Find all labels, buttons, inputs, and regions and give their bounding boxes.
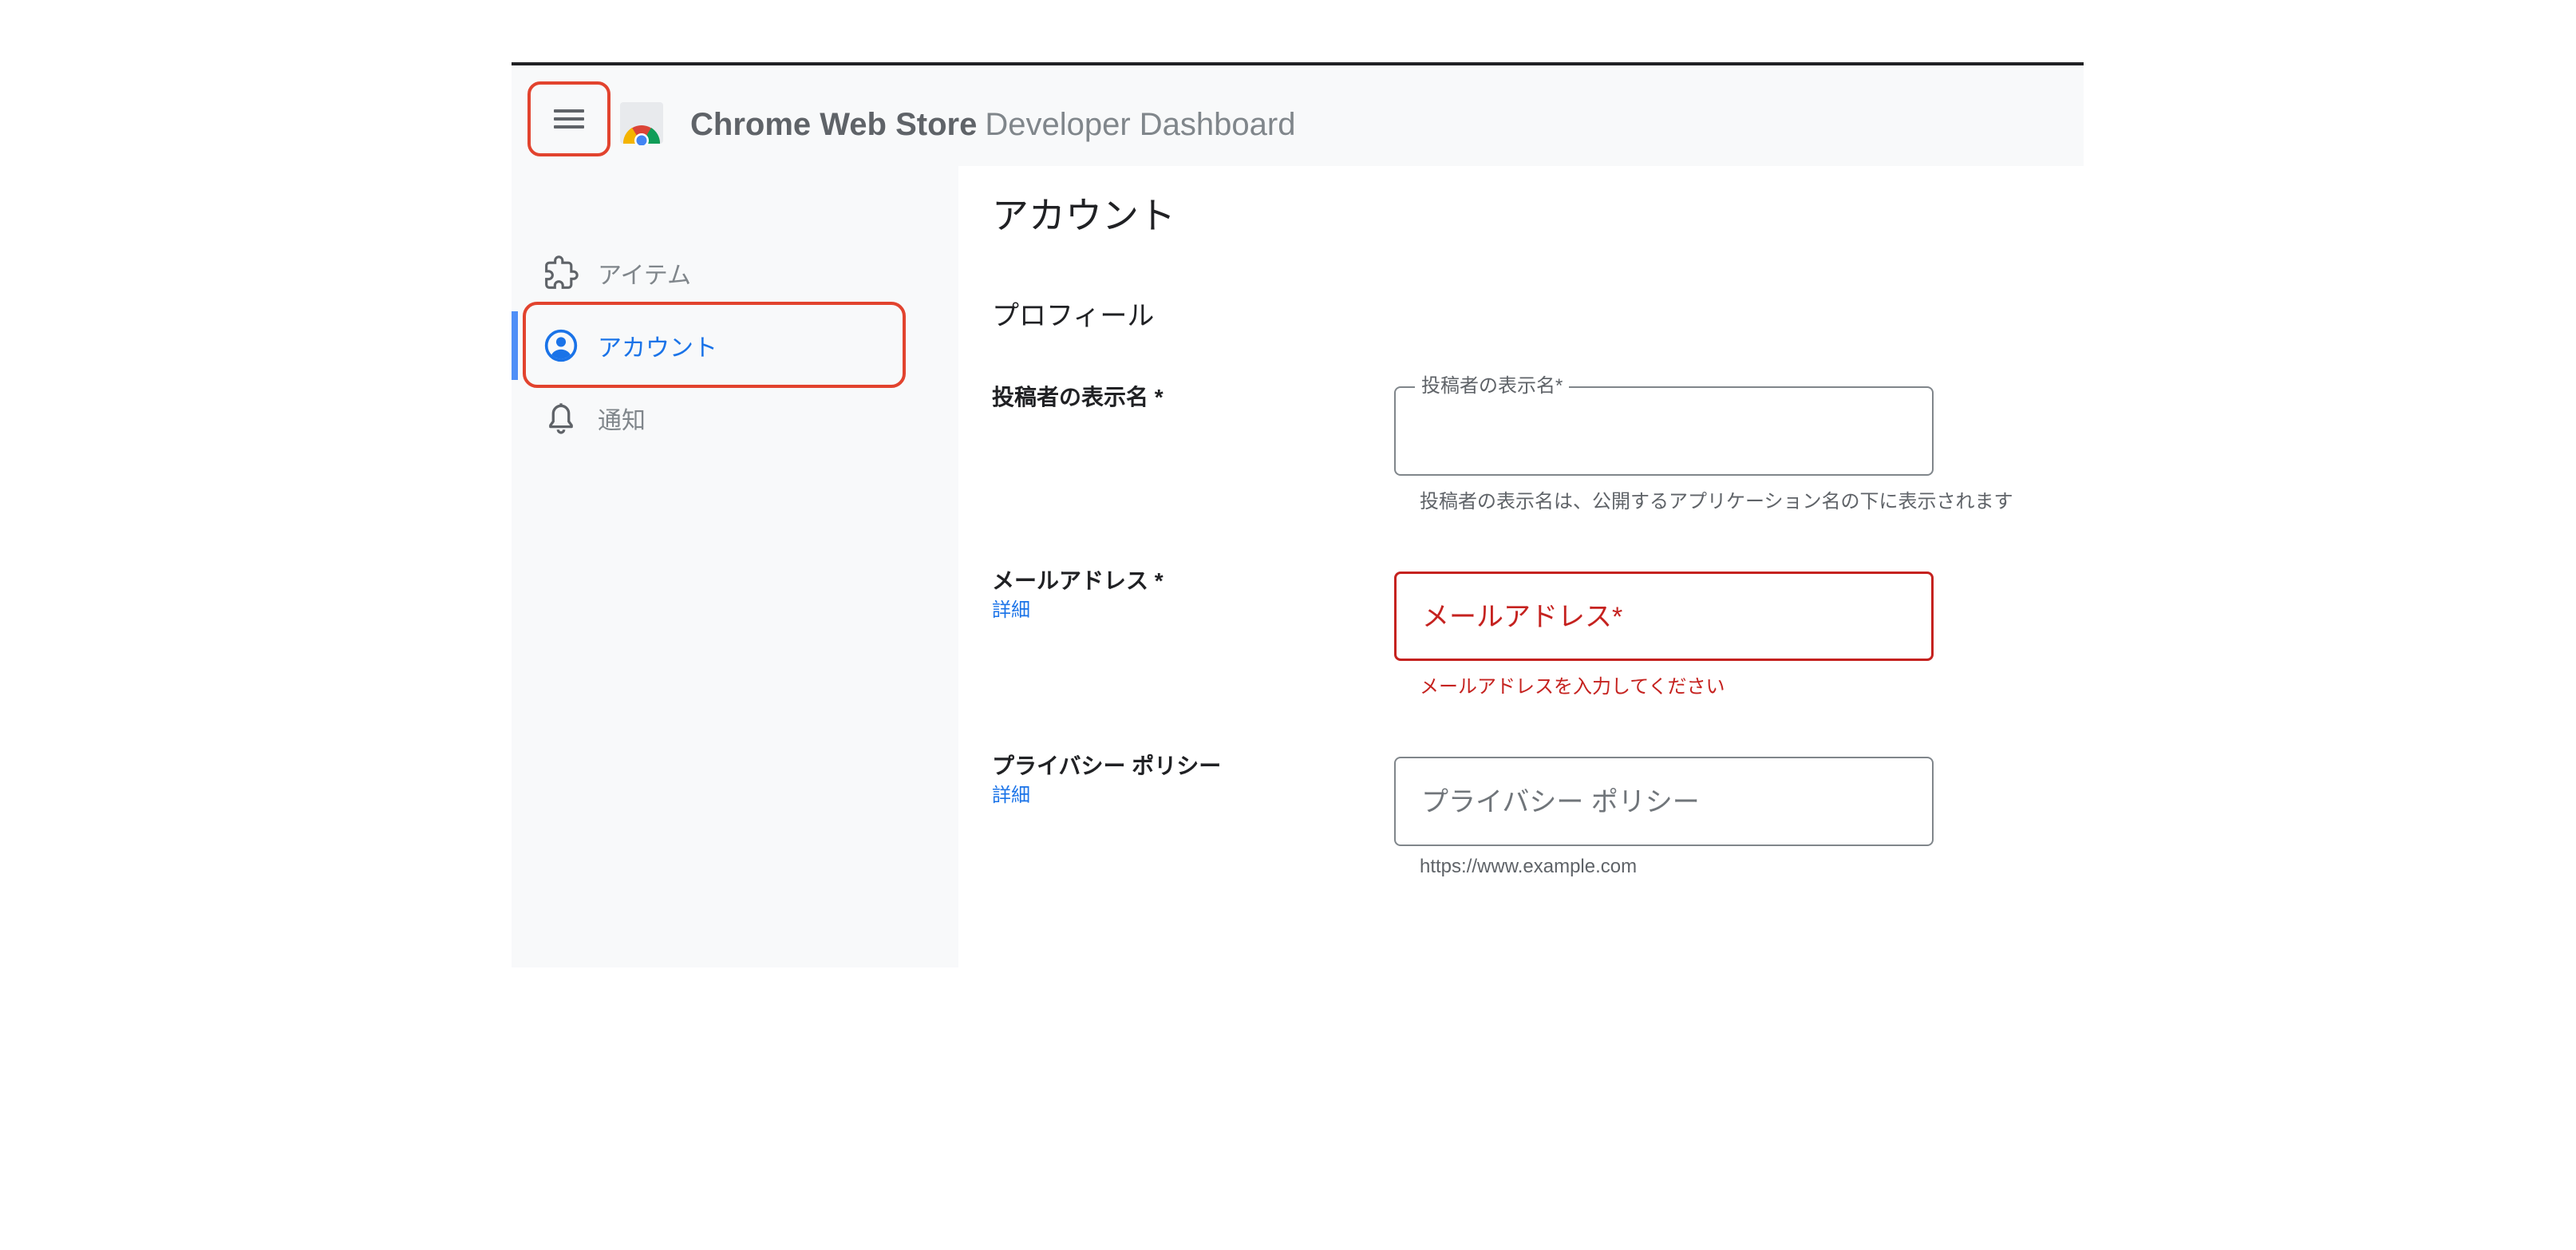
account-highlight-annotation xyxy=(523,302,906,388)
page-title: アカウント xyxy=(992,195,1175,236)
display-name-field-container: 投稿者の表示名* xyxy=(1394,374,1934,476)
display-name-input[interactable] xyxy=(1420,388,1914,476)
app-brand: Chrome Web Store Developer Dashboard xyxy=(690,102,1295,147)
bell-icon xyxy=(549,403,573,434)
email-label: メールアドレス * xyxy=(992,568,1164,593)
main-menu-button[interactable] xyxy=(527,81,610,156)
email-field-container xyxy=(1394,572,1934,661)
email-error-message: メールアドレスを入力してください xyxy=(1420,676,1725,698)
app-header: Chrome Web Store Developer Dashboard xyxy=(512,65,2084,166)
privacy-policy-input[interactable] xyxy=(1420,758,1914,846)
chrome-web-store-logo-icon xyxy=(620,102,663,145)
privacy-policy-label: プライバシー ポリシー xyxy=(992,754,1222,778)
hamburger-menu-icon xyxy=(554,108,584,130)
sidebar-nav: アイテム アカウント 通知 xyxy=(512,166,958,967)
app-frame: Chrome Web Store Developer Dashboard アイテム… xyxy=(512,62,2084,967)
section-title-profile: プロフィール xyxy=(992,301,1155,331)
email-details-link[interactable]: 詳細 xyxy=(992,594,1030,622)
sidebar-item-items[interactable]: アイテム xyxy=(512,236,958,310)
privacy-policy-field-container xyxy=(1394,757,1934,846)
privacy-policy-details-link[interactable]: 詳細 xyxy=(992,779,1030,807)
sidebar-item-label: アイテム xyxy=(598,263,691,289)
sidebar-item-label: 通知 xyxy=(598,408,646,434)
brand-subtitle: Developer Dashboard xyxy=(985,107,1296,142)
sidebar-item-notifications[interactable]: 通知 xyxy=(512,382,958,455)
puzzle-piece-icon xyxy=(545,255,579,289)
email-input[interactable] xyxy=(1420,574,1915,660)
main-content: アカウント プロフィール 投稿者の表示名 * 投稿者の表示名* 投稿者の表示名は… xyxy=(958,166,2084,967)
display-name-hint: 投稿者の表示名は、公開するアプリケーション名の下に表示されます xyxy=(1420,491,2013,512)
display-name-label: 投稿者の表示名 * xyxy=(992,385,1164,409)
brand-name: Chrome Web Store xyxy=(690,107,978,142)
privacy-policy-hint: https://www.example.com xyxy=(1420,856,1638,877)
